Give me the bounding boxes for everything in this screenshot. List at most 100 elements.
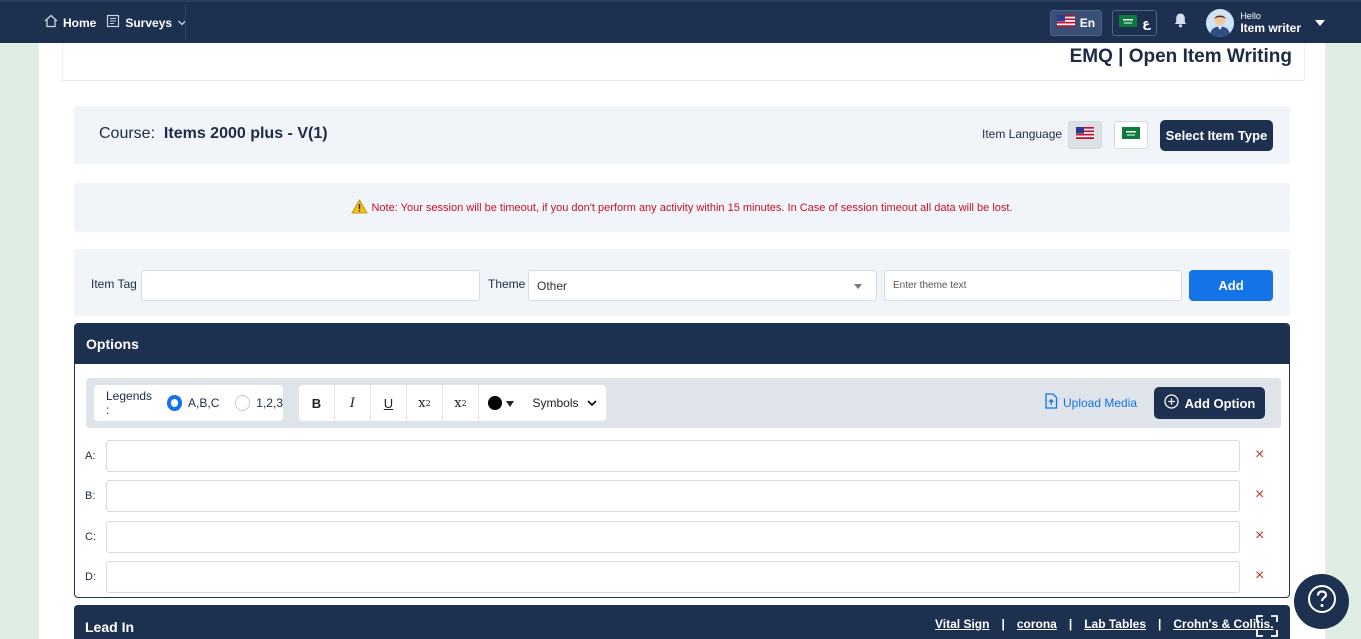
session-timeout-note: Note: Your session will be timeout, if y… — [74, 199, 1290, 217]
subscript-button[interactable]: x2 — [407, 385, 443, 421]
item-tag-label: Item Tag — [91, 277, 137, 291]
remove-option-icon[interactable]: × — [1255, 527, 1264, 545]
option-row: D: × — [75, 561, 1289, 593]
legends-label: Legends : — [106, 389, 153, 417]
add-theme-button[interactable]: Add — [1189, 270, 1273, 301]
superscript-base: x — [454, 395, 462, 411]
color-swatch — [488, 396, 502, 410]
theme-label: Theme — [488, 277, 526, 291]
option-input[interactable] — [106, 440, 1240, 472]
saudi-flag-icon — [1119, 15, 1138, 30]
caret-down-icon — [1315, 19, 1325, 26]
link-separator: | — [1158, 617, 1162, 631]
subscript-base: x — [418, 395, 426, 411]
caret-down-icon — [854, 284, 862, 289]
expand-icon[interactable] — [1256, 615, 1278, 637]
user-hello: Hello — [1240, 10, 1261, 21]
symbols-select[interactable]: Symbols — [523, 385, 606, 421]
lead-in-card: Lead In Vital Sign | corona | Lab Tables… — [74, 605, 1290, 639]
user-menu[interactable]: Hello Item writer — [1206, 8, 1325, 37]
main-page: EMQ | Open Item Writing Course: Items 20… — [38, 43, 1326, 639]
link-corona[interactable]: corona — [1017, 617, 1057, 631]
page-title: EMQ | Open Item Writing — [1069, 46, 1292, 67]
nav-left: Home Surveys — [44, 2, 187, 43]
user-name: Item writer — [1240, 20, 1301, 35]
top-navbar: Home Surveys En ع Hello Item writer — [0, 0, 1361, 43]
item-lang-en-button[interactable] — [1068, 121, 1102, 149]
course-heading: Course: Items 2000 plus - V(1) — [99, 125, 328, 143]
remove-option-icon[interactable]: × — [1255, 486, 1264, 504]
theme-text-input[interactable]: Enter theme text — [884, 270, 1182, 301]
editor-toolbar: Legends : A,B,C 1,2,3 B I U x2 x2 Symbol… — [86, 378, 1281, 428]
options-header: Options — [75, 324, 1289, 364]
option-input[interactable] — [106, 521, 1240, 553]
option-letter: D: — [85, 571, 96, 583]
theme-selected-value: Other — [537, 278, 568, 293]
avatar — [1206, 8, 1235, 37]
select-item-type-button[interactable]: Select Item Type — [1160, 120, 1273, 151]
option-row: C: × — [75, 521, 1289, 553]
underline-button[interactable]: U — [371, 385, 407, 421]
item-lang-ar-button[interactable] — [1114, 121, 1148, 149]
item-tag-input[interactable] — [141, 270, 480, 301]
remove-option-icon[interactable]: × — [1255, 446, 1264, 464]
plus-circle-icon — [1163, 394, 1179, 412]
legend-abc-label: A,B,C — [188, 396, 220, 410]
upload-media-label: Upload Media — [1063, 395, 1138, 410]
note-text: Note: Your session will be timeout, if y… — [371, 202, 1013, 214]
us-flag-icon — [1056, 15, 1075, 30]
legends-group: Legends : A,B,C 1,2,3 — [94, 385, 283, 421]
warning-icon — [351, 199, 369, 217]
option-input[interactable] — [106, 561, 1240, 593]
chevron-down-icon — [586, 396, 597, 410]
course-label: Course: — [99, 125, 156, 142]
italic-button[interactable]: I — [335, 385, 371, 421]
upload-icon — [1044, 393, 1058, 412]
lang-ar-button[interactable]: ع — [1112, 9, 1158, 36]
legend-abc-radio[interactable] — [166, 395, 183, 411]
subscript-mark: 2 — [425, 398, 431, 408]
surveys-icon — [106, 14, 120, 31]
note-panel: Note: Your session will be timeout, if y… — [74, 183, 1290, 232]
link-separator: | — [1001, 617, 1005, 631]
format-group: B I U x2 x2 Symbols — [299, 385, 606, 421]
option-letter: C: — [85, 531, 96, 543]
bell-icon[interactable] — [1173, 12, 1188, 33]
nav-divider — [185, 6, 186, 40]
question-circle-icon — [1307, 584, 1337, 619]
theme-select[interactable]: Other — [528, 270, 877, 301]
upload-media-link[interactable]: Upload Media — [1044, 393, 1137, 412]
item-language-label: Item Language — [982, 127, 1063, 141]
course-panel: Course: Items 2000 plus - V(1) Item Lang… — [74, 106, 1290, 164]
home-icon — [44, 14, 58, 31]
nav-surveys[interactable]: Surveys — [106, 14, 187, 31]
lang-en-label: En — [1079, 15, 1096, 30]
option-row: A: × — [75, 440, 1289, 472]
nav-home-label: Home — [63, 15, 97, 30]
superscript-mark: 2 — [461, 398, 467, 408]
option-input[interactable] — [106, 480, 1240, 512]
link-lab-tables[interactable]: Lab Tables — [1084, 617, 1146, 631]
lead-in-links: Vital Sign | corona | Lab Tables | Crohn… — [935, 617, 1274, 631]
nav-right: En ع Hello Item writer — [1049, 2, 1325, 43]
link-vital-sign[interactable]: Vital Sign — [935, 617, 989, 631]
option-letter: B: — [85, 490, 96, 502]
nav-surveys-label: Surveys — [125, 15, 173, 30]
remove-option-icon[interactable]: × — [1255, 567, 1264, 585]
nav-home[interactable]: Home — [44, 14, 96, 31]
add-option-label: Add Option — [1184, 395, 1256, 411]
saudi-flag-icon — [1122, 126, 1140, 144]
bold-button[interactable]: B — [299, 385, 335, 421]
lang-en-button[interactable]: En — [1049, 9, 1103, 36]
course-name: Items 2000 plus - V(1) — [163, 125, 328, 142]
options-card: Options Legends : A,B,C 1,2,3 B I U x2 x… — [74, 323, 1290, 598]
symbols-label: Symbols — [532, 396, 579, 410]
superscript-button[interactable]: x2 — [443, 385, 479, 421]
title-bar: EMQ | Open Item Writing — [62, 43, 1305, 81]
us-flag-icon — [1076, 126, 1094, 144]
help-button[interactable] — [1294, 574, 1349, 629]
add-option-button[interactable]: Add Option — [1154, 387, 1265, 419]
option-row: B: × — [75, 480, 1289, 512]
legend-123-radio[interactable] — [235, 395, 251, 411]
text-color-picker[interactable] — [479, 385, 523, 421]
